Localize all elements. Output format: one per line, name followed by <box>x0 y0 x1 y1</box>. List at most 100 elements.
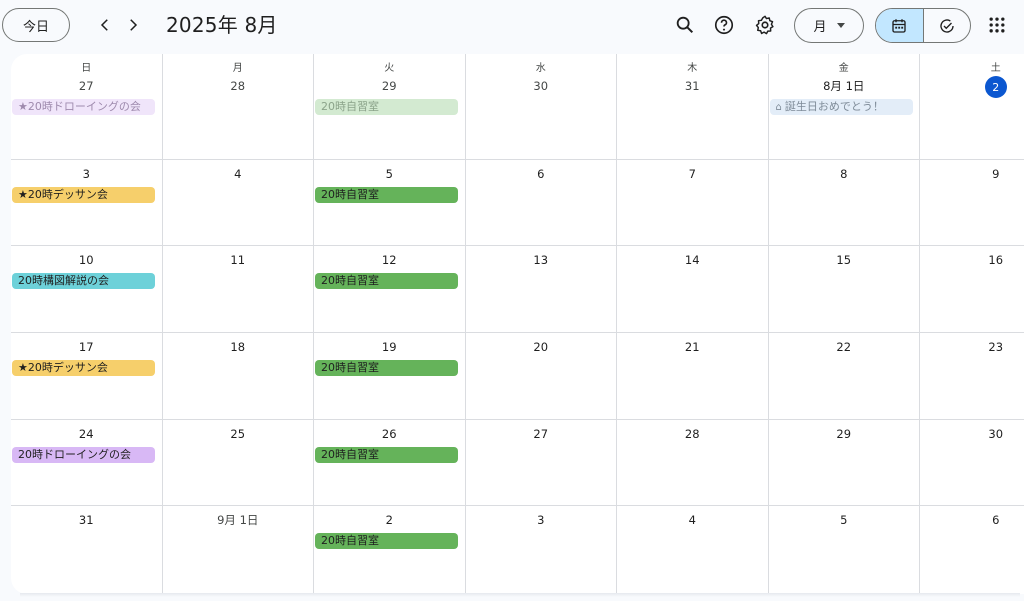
day-number[interactable]: 17 <box>11 339 162 355</box>
day-number[interactable]: 12 <box>314 252 465 268</box>
day-number[interactable]: 30 <box>920 426 1024 442</box>
event-chip[interactable]: ⌂ 誕生日おめでとう！ <box>769 99 913 115</box>
day-number[interactable]: 3 <box>466 512 617 528</box>
day-cell[interactable]: 28 <box>617 420 769 505</box>
day-number[interactable]: 19 <box>314 339 465 355</box>
day-cell[interactable]: 3 ★20時デッサン会 <box>11 160 163 245</box>
day-cell[interactable]: 13 <box>466 246 617 332</box>
day-number[interactable]: 8 <box>769 166 920 182</box>
prev-month-button[interactable] <box>92 12 118 38</box>
day-cell[interactable]: 4 <box>617 506 769 594</box>
day-number[interactable]: 30 <box>466 78 617 94</box>
day-cell[interactable]: 木 31 <box>617 54 769 159</box>
day-number[interactable]: 27 <box>466 426 617 442</box>
day-cell[interactable]: 3 <box>466 506 617 594</box>
event-chip[interactable]: 20時構図解説の会 <box>12 273 155 289</box>
event-chip[interactable]: 20時自習室 <box>315 273 458 289</box>
day-number[interactable]: 29 <box>314 78 465 94</box>
day-cell[interactable]: 金 8月 1日 ⌂ 誕生日おめでとう！ <box>769 54 920 159</box>
day-cell[interactable]: 30 <box>920 420 1024 505</box>
day-number[interactable]: 13 <box>466 252 617 268</box>
day-cell[interactable]: 23 <box>920 333 1024 419</box>
day-cell[interactable]: 26 20時自習室 <box>314 420 466 505</box>
day-number[interactable]: 16 <box>920 252 1024 268</box>
day-number[interactable]: 24 <box>11 426 162 442</box>
day-cell[interactable]: 5 <box>769 506 920 594</box>
event-chip[interactable]: ★20時デッサン会 <box>12 360 155 376</box>
day-number[interactable]: 8月 1日 <box>769 78 920 94</box>
day-number[interactable]: 4 <box>163 166 314 182</box>
event-chip[interactable]: 20時自習室 <box>315 447 458 463</box>
day-number[interactable]: 10 <box>11 252 162 268</box>
day-cell[interactable]: 9 <box>920 160 1024 245</box>
next-month-button[interactable] <box>120 12 146 38</box>
event-chip[interactable]: ★20時デッサン会 <box>12 187 155 203</box>
day-number[interactable]: 25 <box>163 426 314 442</box>
event-chip[interactable]: 20時自習室 <box>315 360 458 376</box>
day-cell[interactable]: 土2 <box>920 54 1024 159</box>
day-cell[interactable]: 15 <box>769 246 920 332</box>
day-cell[interactable]: 20 <box>466 333 617 419</box>
day-number[interactable]: 28 <box>617 426 768 442</box>
day-cell[interactable]: 14 <box>617 246 769 332</box>
day-number[interactable]: 9 <box>920 166 1024 182</box>
day-number[interactable]: 26 <box>314 426 465 442</box>
day-cell[interactable]: 19 20時自習室 <box>314 333 466 419</box>
day-number[interactable]: 4 <box>617 512 768 528</box>
day-number[interactable]: 9月 1日 <box>163 512 314 528</box>
day-cell[interactable]: 8 <box>769 160 920 245</box>
event-chip[interactable]: ★20時ドローイングの会 <box>12 99 155 115</box>
day-cell[interactable]: 月 28 <box>163 54 314 159</box>
day-cell[interactable]: 25 <box>163 420 314 505</box>
day-cell[interactable]: 11 <box>163 246 314 332</box>
day-cell[interactable]: 5 20時自習室 <box>314 160 466 245</box>
day-number[interactable]: 18 <box>163 339 314 355</box>
day-number[interactable]: 23 <box>920 339 1024 355</box>
day-number[interactable]: 27 <box>11 78 162 94</box>
day-cell[interactable]: 22 <box>769 333 920 419</box>
event-chip[interactable]: 20時自習室 <box>315 99 458 115</box>
calendar-view-button[interactable] <box>876 9 923 42</box>
day-cell[interactable]: 6 <box>466 160 617 245</box>
day-cell[interactable]: 24 20時ドローイングの会 <box>11 420 163 505</box>
day-cell[interactable]: 29 <box>769 420 920 505</box>
day-cell[interactable]: 水 30 <box>466 54 617 159</box>
day-cell[interactable]: 16 <box>920 246 1024 332</box>
day-cell[interactable]: 6 <box>920 506 1024 594</box>
day-cell[interactable]: 27 <box>466 420 617 505</box>
day-number[interactable]: 2 <box>314 512 465 528</box>
tasks-view-button[interactable] <box>922 9 971 42</box>
day-cell[interactable]: 2 20時自習室 <box>314 506 466 594</box>
day-cell[interactable]: 7 <box>617 160 769 245</box>
day-number[interactable]: 11 <box>163 252 314 268</box>
today-date-badge[interactable]: 2 <box>984 76 1007 98</box>
day-number[interactable]: 29 <box>769 426 920 442</box>
event-chip[interactable]: 20時自習室 <box>315 187 458 203</box>
day-number[interactable]: 5 <box>769 512 920 528</box>
day-cell[interactable]: 9月 1日 <box>163 506 314 594</box>
today-button[interactable]: 今日 <box>2 8 70 42</box>
day-cell[interactable]: 10 20時構図解説の会 <box>11 246 163 332</box>
day-cell[interactable]: 4 <box>163 160 314 245</box>
day-number[interactable]: 6 <box>920 512 1024 528</box>
day-cell[interactable]: 18 <box>163 333 314 419</box>
day-number[interactable]: 7 <box>617 166 768 182</box>
event-chip[interactable]: 20時ドローイングの会 <box>12 447 155 463</box>
day-number[interactable]: 3 <box>11 166 162 182</box>
help-button[interactable] <box>711 12 737 38</box>
day-number[interactable]: 5 <box>314 166 465 182</box>
event-chip[interactable]: 20時自習室 <box>315 533 458 549</box>
day-cell[interactable]: 17 ★20時デッサン会 <box>11 333 163 419</box>
view-selector[interactable]: 月 <box>794 8 864 43</box>
day-number[interactable]: 6 <box>466 166 617 182</box>
settings-button[interactable] <box>752 12 778 38</box>
day-cell[interactable]: 21 <box>617 333 769 419</box>
day-number[interactable]: 31 <box>11 512 162 528</box>
apps-button[interactable] <box>984 12 1010 38</box>
day-cell[interactable]: 火 29 20時自習室 <box>314 54 466 159</box>
day-cell[interactable]: 31 <box>11 506 163 594</box>
search-button[interactable] <box>672 12 698 38</box>
day-number[interactable]: 15 <box>769 252 920 268</box>
day-number[interactable]: 31 <box>617 78 768 94</box>
day-number[interactable]: 20 <box>466 339 617 355</box>
